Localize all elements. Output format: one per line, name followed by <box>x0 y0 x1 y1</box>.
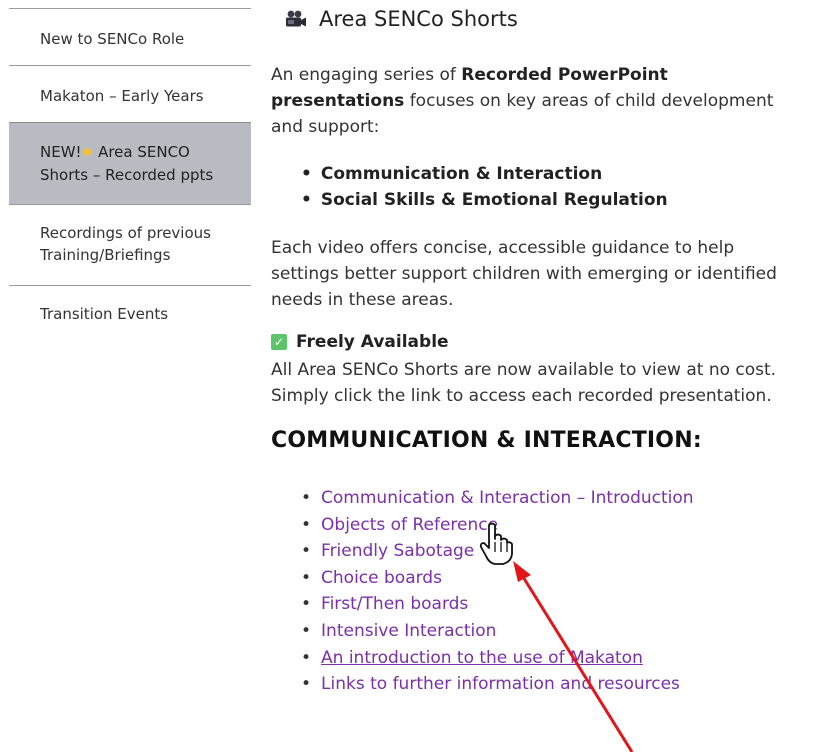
sidebar-nav: New to SENCo Role Makaton – Early Years … <box>9 8 251 345</box>
presentation-links-list: Communication & Interaction – Introducti… <box>301 485 694 698</box>
link-communication-interaction-intro[interactable]: Communication & Interaction – Introducti… <box>321 488 694 508</box>
intro-paragraph: An engaging series of Recorded PowerPoin… <box>271 62 806 140</box>
sidebar-item-label: Transition Events <box>40 305 169 323</box>
intro-text-start: An engaging series of <box>271 65 462 85</box>
list-item: Intensive Interaction <box>301 618 694 645</box>
sidebar-item-new-to-senco[interactable]: New to SENCo Role <box>9 8 251 65</box>
list-item: Communication & Interaction – Introducti… <box>301 485 694 512</box>
sidebar-item-area-senco-shorts[interactable]: NEW!✹ Area SENCO Shorts – Recorded ppts <box>9 122 251 204</box>
list-item: Communication & Interaction <box>301 161 668 187</box>
availability-paragraph: All Area SENCo Shorts are now available … <box>271 360 777 406</box>
list-item: Social Skills & Emotional Regulation <box>301 187 668 213</box>
freely-available-heading: ✓ Freely Available <box>271 332 449 352</box>
page-title-row: Area SENCo Shorts <box>285 7 518 31</box>
freely-available-label: Freely Available <box>296 332 449 352</box>
list-item: An introduction to the use of Makaton <box>301 645 694 672</box>
hand-pointer-icon <box>479 522 513 565</box>
link-objects-of-reference[interactable]: Objects of Reference <box>321 515 498 535</box>
sparkle-star-icon: ✹ <box>81 145 94 161</box>
link-choice-boards[interactable]: Choice boards <box>321 568 442 588</box>
link-further-information[interactable]: Links to further information and resourc… <box>321 674 680 694</box>
film-camera-icon <box>286 10 306 27</box>
link-makaton-introduction[interactable]: An introduction to the use of Makaton <box>321 648 643 668</box>
link-first-then-boards[interactable]: First/Then boards <box>321 594 468 614</box>
list-item: Links to further information and resourc… <box>301 671 694 698</box>
sidebar-item-label: Makaton – Early Years <box>40 87 204 105</box>
sidebar-item-recordings[interactable]: Recordings of previous Training/Briefing… <box>9 204 251 285</box>
sidebar-item-transition-events[interactable]: Transition Events <box>9 285 251 345</box>
section-heading: COMMUNICATION & INTERACTION: <box>271 428 702 453</box>
sidebar-item-label: New to SENCo Role <box>40 30 185 48</box>
focus-areas-list: Communication & Interaction Social Skill… <box>301 161 668 213</box>
link-intensive-interaction[interactable]: Intensive Interaction <box>321 621 496 641</box>
check-mark-icon: ✓ <box>271 334 287 350</box>
list-item: Choice boards <box>301 565 694 592</box>
description-paragraph: Each video offers concise, accessible gu… <box>271 238 777 310</box>
new-badge-text: NEW! <box>40 143 82 161</box>
list-item: First/Then boards <box>301 591 694 618</box>
sidebar-item-makaton[interactable]: Makaton – Early Years <box>9 65 251 122</box>
page-title: Area SENCo Shorts <box>319 7 518 31</box>
link-friendly-sabotage[interactable]: Friendly Sabotage <box>321 541 474 561</box>
sidebar-item-label: Recordings of previous Training/Briefing… <box>40 224 211 264</box>
